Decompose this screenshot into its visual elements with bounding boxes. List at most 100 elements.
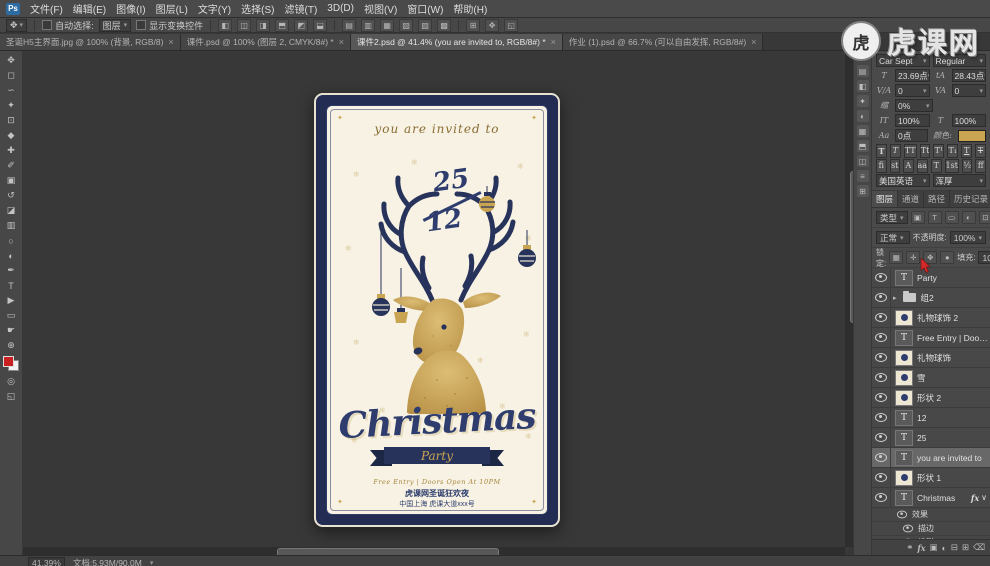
lock-pixels-icon[interactable]: ✛ [906, 251, 921, 264]
quick-mask-button[interactable]: ◎ [2, 374, 20, 389]
arrange-documents-icon[interactable]: ⊞ [466, 18, 481, 32]
small-caps-button[interactable]: Tt [919, 143, 931, 158]
document-tab-2[interactable]: 课件.psd @ 100% (图层 2, CMYK/8#) * × [180, 34, 351, 50]
close-tab-icon[interactable]: × [339, 37, 344, 47]
effects-header-row[interactable]: 效果 [872, 508, 990, 522]
blend-mode-select[interactable]: 正常 ▾ [876, 231, 910, 244]
menu-layer[interactable]: 图层(L) [156, 1, 188, 16]
text-color-swatch[interactable] [957, 129, 986, 142]
filter-adjustment-layers-icon[interactable]: ◐ [961, 211, 976, 224]
menu-3d[interactable]: 3D(D) [327, 3, 354, 14]
canvas-horizontal-scrollbar[interactable] [23, 547, 845, 555]
eye-icon[interactable] [902, 524, 914, 533]
auto-select-checkbox[interactable]: 自动选择: [42, 19, 94, 32]
faux-italic-button[interactable]: T [889, 143, 901, 158]
canvas-vertical-scrollbar[interactable] [845, 51, 853, 547]
document-tab-3-active[interactable]: 课件2.psd @ 41.4% (you are invited to, RGB… [351, 34, 563, 50]
superscript-button[interactable]: T¹ [933, 143, 945, 158]
color-swatches[interactable] [3, 356, 19, 371]
align-top-icon[interactable]: ⬒ [275, 18, 290, 32]
layer-row-12[interactable]: T 12 [872, 408, 990, 428]
layer-row-free-entry[interactable]: T Free Entry | Doors Open ... [872, 328, 990, 348]
layer-row-christmas[interactable]: T Christmas fx ∨ [872, 488, 990, 508]
all-caps-button[interactable]: TT [903, 143, 917, 158]
contextual-alternates-button[interactable]: st [889, 158, 900, 173]
subscript-button[interactable]: T₁ [947, 143, 959, 158]
dock-info-panel-icon[interactable]: ◫ [856, 155, 869, 167]
layer-row-shape2[interactable]: 形状 2 [872, 388, 990, 408]
menu-image[interactable]: 图像(I) [116, 1, 145, 16]
menu-filter[interactable]: 滤镜(T) [285, 1, 318, 16]
text-layer-thumbnail[interactable]: T [895, 329, 913, 346]
image-layer-thumbnail[interactable] [895, 369, 913, 386]
proportional-spacing-field[interactable]: 0% ▾ [895, 99, 933, 112]
tab-layers[interactable]: 图层 [872, 191, 899, 207]
crop-tool[interactable]: ⊡ [2, 113, 20, 128]
shape-layer-thumbnail[interactable] [895, 469, 913, 486]
close-tab-icon[interactable]: × [551, 37, 556, 47]
layer-visibility-toggle[interactable] [872, 288, 891, 307]
titling-alternates-button[interactable]: T [931, 158, 942, 173]
adjustment-layer-icon[interactable]: ◐ [942, 543, 947, 553]
vertical-scale-field[interactable]: 100% [895, 114, 930, 127]
tool-preset-picker[interactable]: ✥ ▾ [6, 18, 28, 32]
view-extras-icon[interactable]: ✥ [485, 18, 500, 32]
swash-button[interactable]: A [903, 158, 914, 173]
pen-tool[interactable]: ✒ [2, 263, 20, 278]
layer-visibility-toggle[interactable] [872, 448, 891, 467]
tracking-field[interactable]: 0 ▾ [951, 84, 986, 97]
zoom-level-field[interactable]: 41.39% [28, 556, 65, 566]
layer-visibility-toggle[interactable] [872, 268, 891, 287]
layer-row-ornament2[interactable]: 礼物球饰 2 [872, 308, 990, 328]
dock-swatches-panel-icon[interactable]: ◧ [856, 80, 869, 92]
menu-window[interactable]: 窗口(W) [407, 1, 443, 16]
text-layer-thumbnail[interactable]: T [895, 409, 913, 426]
dodge-tool[interactable]: ◐ [2, 248, 20, 263]
blur-tool[interactable]: ○ [2, 233, 20, 248]
text-layer-thumbnail[interactable]: T [895, 429, 913, 446]
screen-mode-button[interactable]: ◱ [2, 389, 20, 404]
align-vcenter-icon[interactable]: ◩ [294, 18, 309, 32]
auto-select-target-dropdown[interactable]: 图层 ▾ [98, 18, 132, 32]
layer-visibility-toggle[interactable] [872, 408, 891, 427]
group-expand-icon[interactable]: ▸ [893, 294, 897, 302]
gradient-tool[interactable]: ▥ [2, 218, 20, 233]
dock-paths-panel-icon[interactable]: ⬒ [856, 140, 869, 152]
foreground-color-swatch[interactable] [3, 356, 14, 367]
baseline-shift-field[interactable]: 0点 [895, 129, 928, 142]
lock-transparency-icon[interactable]: ▦ [889, 251, 904, 264]
image-layer-thumbnail[interactable] [895, 349, 913, 366]
lasso-tool[interactable]: ∽ [2, 83, 20, 98]
shape-layer-thumbnail[interactable] [895, 389, 913, 406]
filter-smart-objects-icon[interactable]: ⊡ [978, 211, 990, 224]
language-select[interactable]: 美国英语 ▾ [876, 174, 930, 187]
anti-alias-select[interactable]: 浑厚 ▾ [932, 174, 986, 187]
menu-select[interactable]: 选择(S) [241, 1, 274, 16]
dock-history-panel-icon[interactable]: ≡ [856, 170, 869, 182]
type-tool[interactable]: T [2, 278, 20, 293]
text-layer-thumbnail[interactable]: T [895, 489, 913, 506]
layer-row-25[interactable]: T 25 [872, 428, 990, 448]
eyedropper-tool[interactable]: ◆ [2, 128, 20, 143]
leading-field[interactable]: 28.43点▾ [951, 69, 986, 82]
tab-channels[interactable]: 通道 [898, 191, 925, 207]
hand-tool[interactable]: ☛ [2, 323, 20, 338]
path-selection-tool[interactable]: ▶ [2, 293, 20, 308]
new-layer-icon[interactable]: ⊞ [962, 542, 969, 553]
distribute-bottom-icon[interactable]: ▦ [380, 18, 395, 32]
link-layers-icon[interactable]: ⚭ [906, 542, 913, 553]
layer-visibility-toggle[interactable] [872, 308, 891, 327]
add-mask-icon[interactable]: ▣ [930, 542, 938, 553]
layer-style-icon[interactable]: fx [917, 543, 925, 553]
canvas-area[interactable]: ✦ ✦ ✦ ✦ ❄ ❄ ❄ ❄ ❄ ❄ ❄ ❄ ❄ ❄ ❄ ❄ you are [23, 51, 853, 555]
layer-row-ornament[interactable]: 礼物球饰 [872, 348, 990, 368]
align-left-icon[interactable]: ◧ [218, 18, 233, 32]
dock-properties-panel-icon[interactable]: ⊞ [856, 185, 869, 197]
new-group-icon[interactable]: ⊟ [951, 542, 958, 553]
faux-bold-button[interactable]: T [876, 143, 887, 158]
tab-history[interactable]: 历史记录 [950, 191, 990, 207]
distribute-hcenter-icon[interactable]: ▨ [418, 18, 433, 32]
eraser-tool[interactable]: ◪ [2, 203, 20, 218]
align-hcenter-icon[interactable]: ◫ [237, 18, 252, 32]
clone-stamp-tool[interactable]: ▣ [2, 173, 20, 188]
